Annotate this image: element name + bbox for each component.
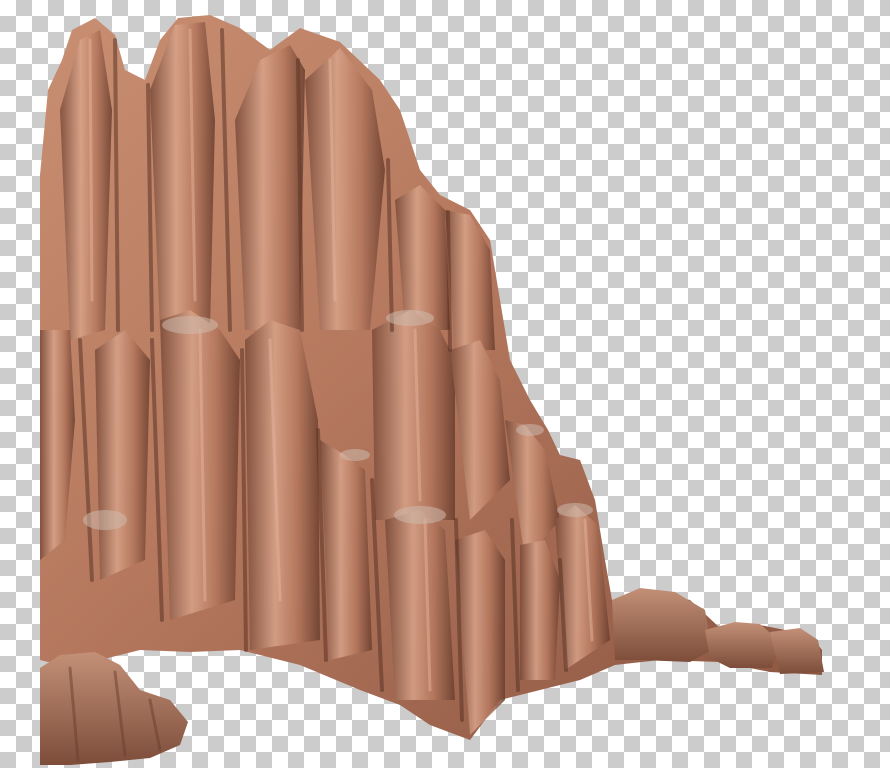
rock-front-boulder xyxy=(40,652,188,765)
rock-formation-image xyxy=(40,15,824,765)
transparent-canvas xyxy=(0,0,890,768)
